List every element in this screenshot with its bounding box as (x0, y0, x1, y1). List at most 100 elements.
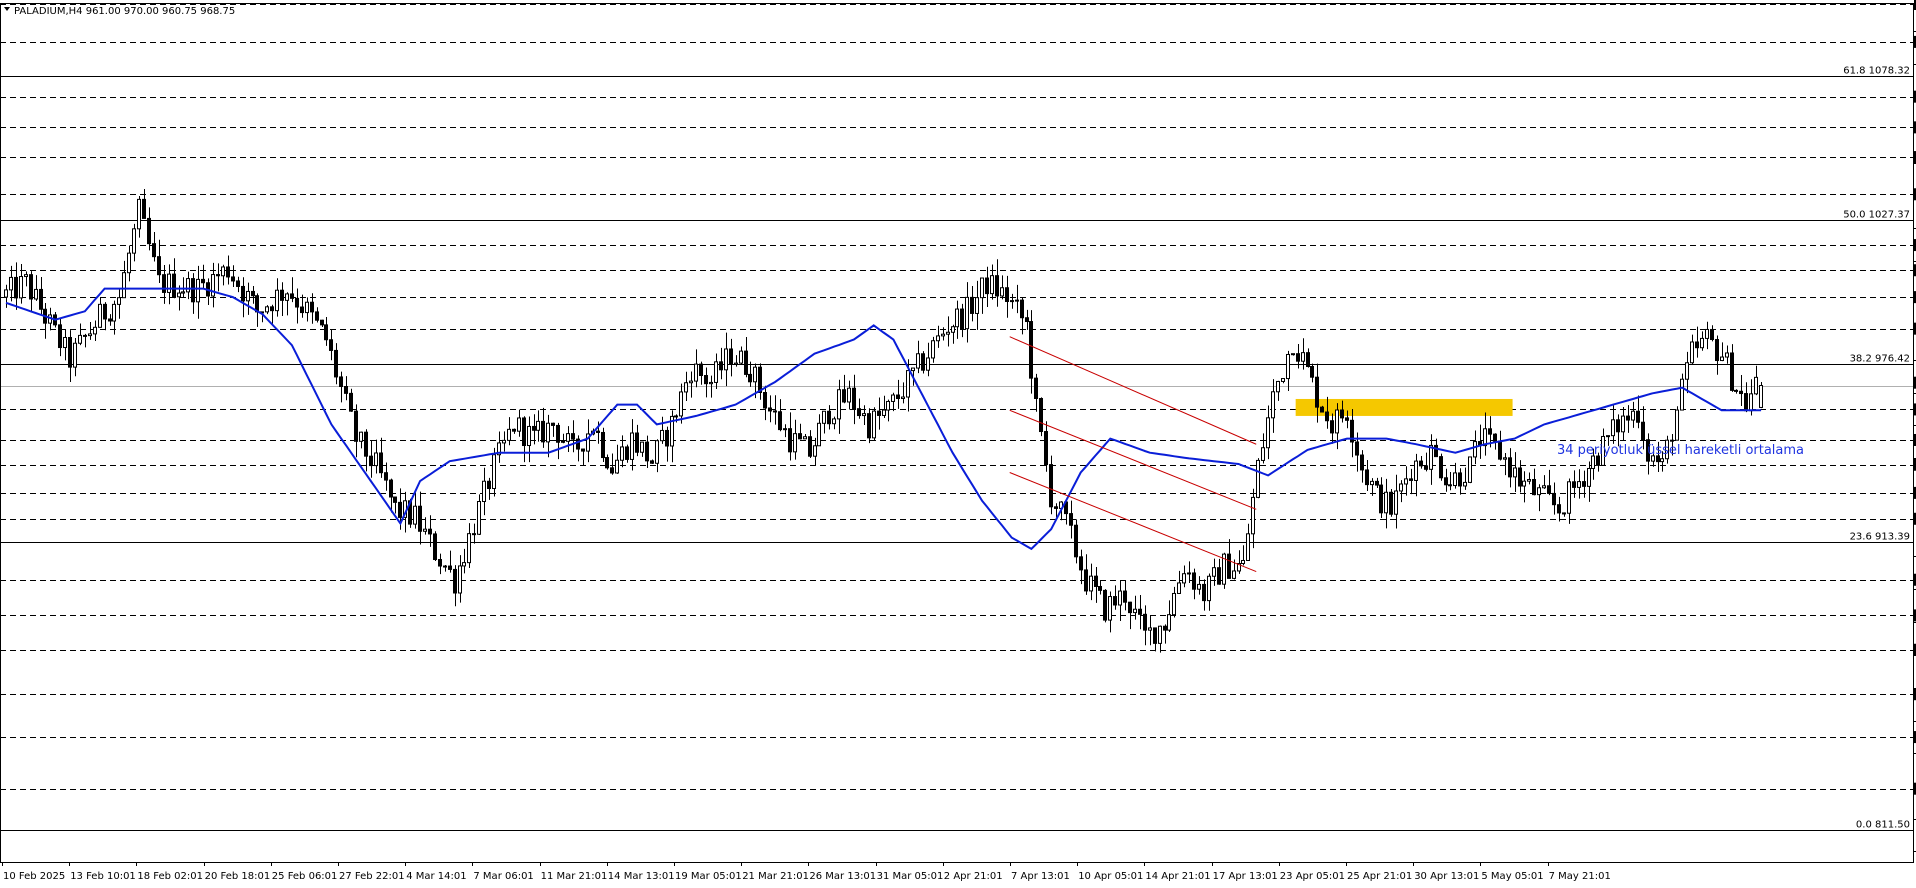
candle (1429, 434, 1433, 485)
fib-label-1: 50.0 1027.37 (1843, 210, 1910, 221)
candle (758, 363, 762, 400)
candle (1089, 563, 1093, 601)
candle (290, 277, 294, 303)
candle (630, 419, 634, 471)
candle (768, 395, 772, 423)
candle (1177, 570, 1181, 594)
time-tick-1: 13 Feb 10:01 (70, 871, 136, 882)
candle (1153, 627, 1157, 652)
candle (1350, 408, 1354, 458)
time-tick-2: 18 Feb 02:01 (137, 871, 203, 882)
candle (1266, 405, 1270, 460)
candle (1246, 523, 1250, 561)
candle (1010, 293, 1014, 309)
candle (63, 329, 67, 361)
candle (793, 419, 797, 460)
candle (1419, 455, 1423, 469)
candle (1103, 589, 1107, 623)
candle (1212, 558, 1216, 586)
candle (1133, 595, 1137, 620)
candle (285, 292, 289, 316)
candle (975, 280, 979, 330)
candle (39, 277, 43, 316)
candle (665, 426, 669, 462)
candle (93, 320, 97, 342)
candle (413, 492, 417, 529)
time-tick-16: 10 Apr 05:01 (1078, 871, 1143, 882)
candle (744, 337, 748, 378)
candle (1005, 275, 1009, 318)
candle (127, 245, 131, 282)
candle (1163, 624, 1167, 644)
candle (1700, 331, 1704, 351)
candle (1187, 561, 1191, 583)
candle (556, 422, 560, 460)
candle (684, 371, 688, 402)
time-tick-5: 27 Feb 22:01 (339, 871, 405, 882)
candle (1167, 600, 1171, 632)
candle (443, 564, 447, 572)
candle (1034, 373, 1038, 412)
candle (699, 361, 703, 385)
candle (1192, 568, 1196, 600)
time-tick-19: 23 Apr 05:01 (1280, 871, 1345, 882)
candle (1404, 466, 1408, 496)
candle (241, 277, 245, 318)
candle (88, 322, 92, 340)
candle (231, 265, 235, 287)
candle (334, 343, 338, 385)
candle (1513, 452, 1517, 493)
candle (817, 414, 821, 447)
candle (842, 374, 846, 404)
candle (354, 404, 358, 458)
candle (1478, 424, 1482, 459)
candle (191, 273, 195, 314)
candle (1365, 459, 1369, 492)
candle (305, 297, 309, 322)
candle (1039, 397, 1043, 437)
candle (1108, 591, 1112, 633)
collapse-triangle-icon[interactable] (4, 7, 10, 11)
candle (522, 416, 526, 463)
candle (448, 550, 452, 573)
time-tick-23: 7 May 21:01 (1549, 871, 1611, 882)
candle (847, 380, 851, 410)
candle (1503, 453, 1507, 476)
candle (339, 371, 343, 403)
candle (1182, 565, 1186, 588)
candle (1725, 345, 1729, 364)
candle (625, 444, 629, 463)
candle (877, 397, 881, 430)
candle (251, 286, 255, 304)
candle (586, 419, 590, 463)
candle (1330, 413, 1334, 444)
candle (78, 323, 82, 346)
price-chart[interactable]: 61.8 1078.32 50.0 1027.37 38.2 976.42 23.6 … (0, 0, 1916, 888)
candle (1458, 468, 1462, 495)
time-tick-21: 30 Apr 13:01 (1414, 871, 1479, 882)
candle (546, 414, 550, 458)
candle (246, 282, 250, 315)
candle (83, 333, 87, 348)
candle (1552, 482, 1556, 515)
candle (1389, 488, 1393, 517)
time-tick-3: 20 Feb 18:01 (205, 871, 271, 882)
candle (1138, 594, 1142, 630)
candle (1271, 379, 1275, 433)
candle (1020, 297, 1024, 335)
candle (1621, 407, 1625, 441)
time-tick-6: 4 Mar 14:01 (406, 871, 466, 882)
candle (1079, 549, 1083, 585)
candle (832, 416, 836, 430)
candle (1483, 412, 1487, 456)
candle (374, 439, 378, 474)
candle (1113, 585, 1117, 610)
candle (1094, 567, 1098, 603)
candle (19, 263, 23, 304)
candle (1143, 605, 1147, 646)
time-tick-13: 31 Mar 05:01 (877, 871, 944, 882)
candle (837, 379, 841, 434)
candle (1227, 539, 1231, 579)
time-tick-11: 21 Mar 21:01 (742, 871, 809, 882)
symbol-header: PALADIUM,H4 961.00 970.00 960.75 968.75 (14, 6, 235, 17)
